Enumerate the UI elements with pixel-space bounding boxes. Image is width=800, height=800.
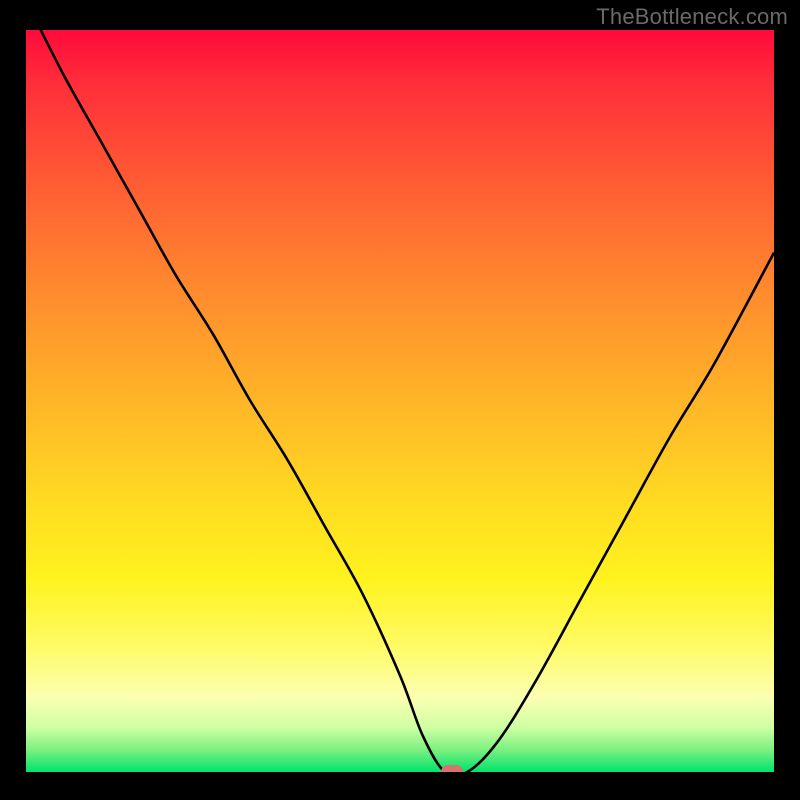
curve-path bbox=[26, 30, 774, 772]
chart-frame: TheBottleneck.com bbox=[0, 0, 800, 800]
bottleneck-curve bbox=[26, 30, 774, 772]
optimum-marker bbox=[441, 765, 463, 772]
plot-area bbox=[26, 30, 774, 772]
watermark-text: TheBottleneck.com bbox=[596, 4, 788, 30]
